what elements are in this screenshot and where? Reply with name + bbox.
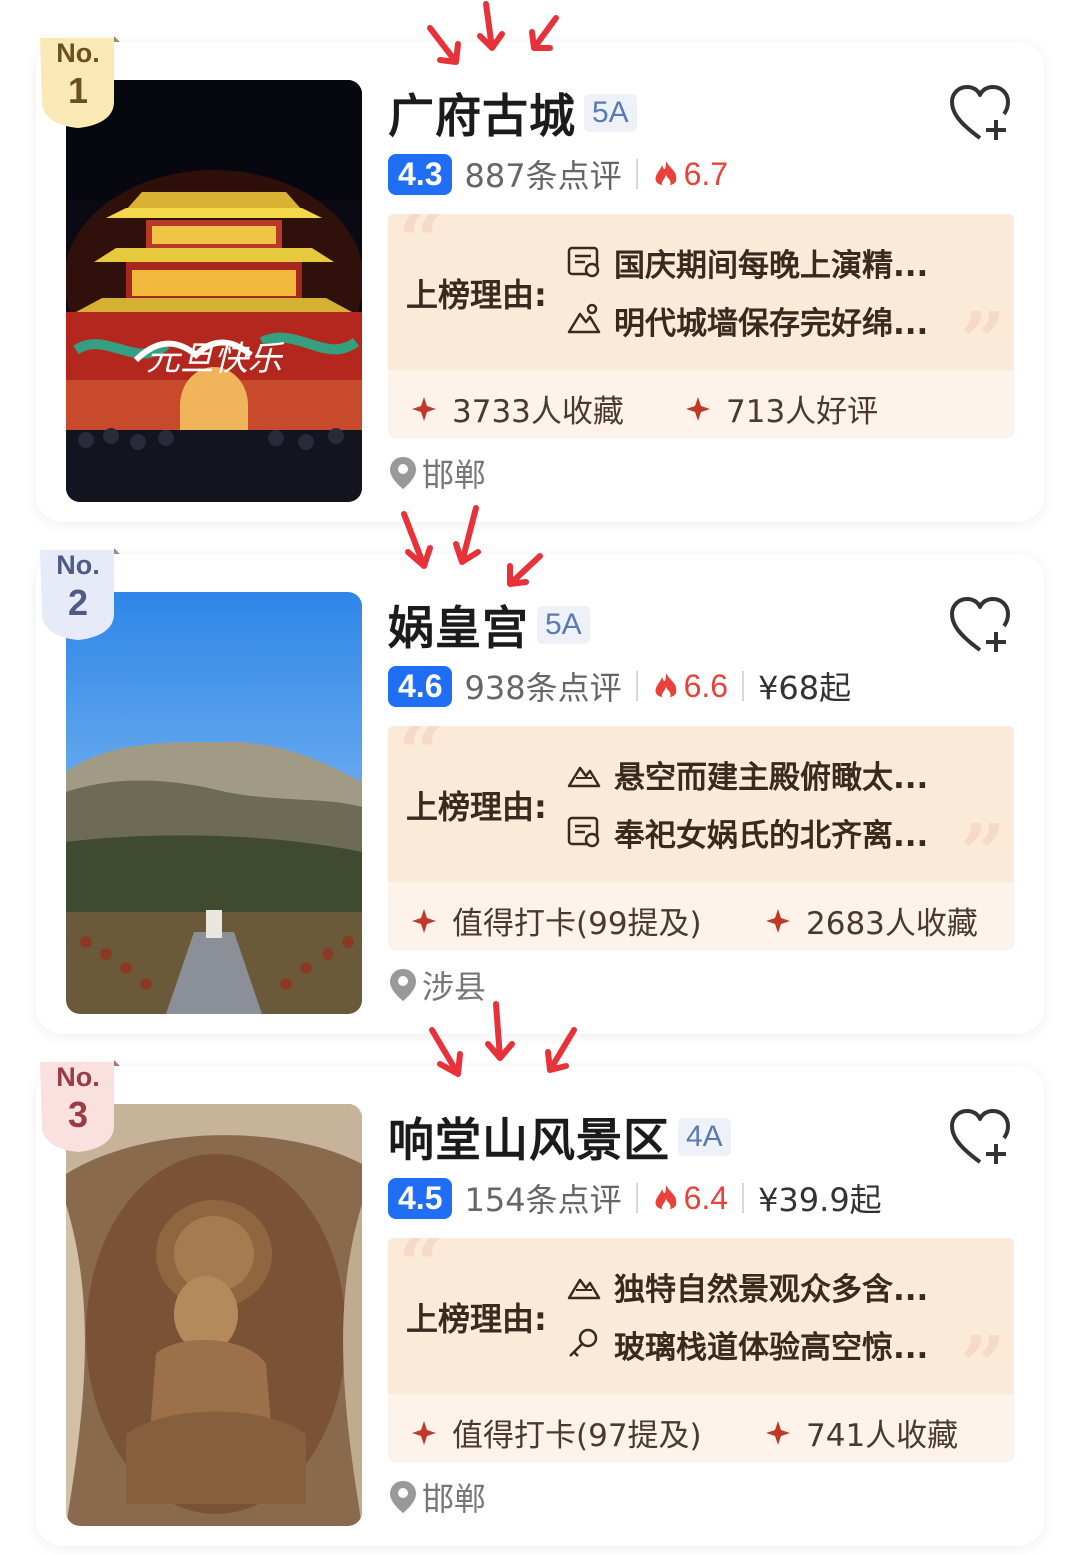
annotation-arrows	[401, 1, 577, 1077]
